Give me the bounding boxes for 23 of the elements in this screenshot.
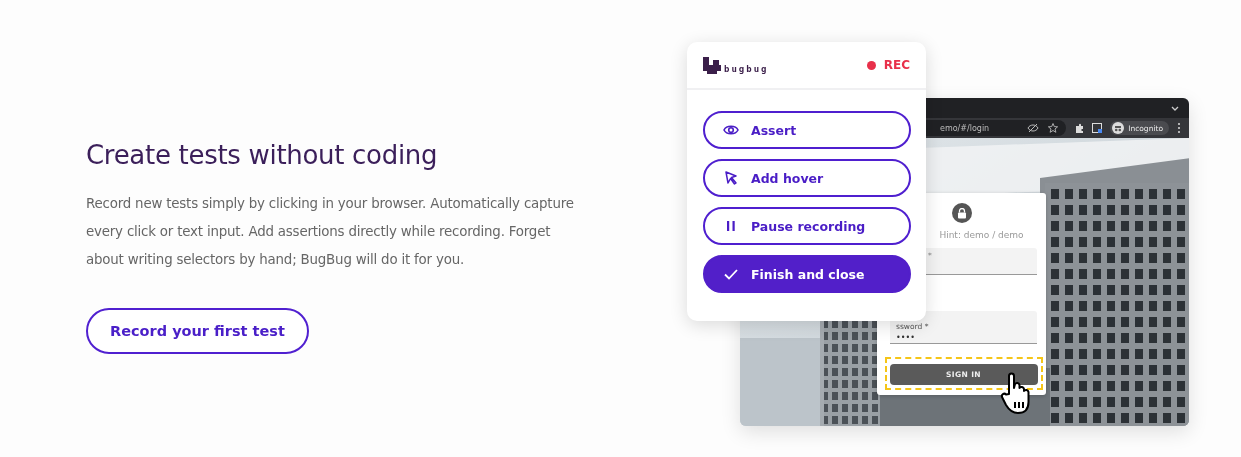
action-button[interactable]: Pause recording [703, 207, 911, 245]
eye-icon [723, 123, 739, 137]
more-menu-icon [1177, 122, 1181, 134]
pointer-icon [723, 171, 739, 185]
action-button[interactable]: Add hover [703, 159, 911, 197]
check-icon [723, 267, 739, 281]
logo-text: bugbug [724, 63, 769, 74]
section-heading: Create tests without coding [86, 140, 439, 170]
hint-text: Hint: demo / demo [939, 230, 1024, 240]
action-button[interactable]: Finish and close [703, 255, 911, 293]
recording-status: REC [883, 58, 910, 72]
lock-icon [956, 207, 967, 219]
record-test-button[interactable]: Record your first test [86, 308, 309, 354]
action-button[interactable]: Assert [703, 111, 911, 149]
star-icon [1048, 123, 1059, 133]
incognito-icon [1112, 122, 1125, 134]
eye-slash-icon [1027, 123, 1040, 133]
chevron-down-icon [1171, 105, 1179, 111]
section-description: Record new tests simply by clicking in your browser. Automatically capture every click or text input. Add assertions directly while recording. Forget about writing selectors by hand; BugBug will do it for you. [86, 195, 575, 269]
puzzle-icon [1074, 122, 1085, 134]
url-text: emo/#/login [940, 123, 990, 133]
extension-icon [1092, 123, 1103, 133]
bug-logo-icon [703, 56, 721, 74]
